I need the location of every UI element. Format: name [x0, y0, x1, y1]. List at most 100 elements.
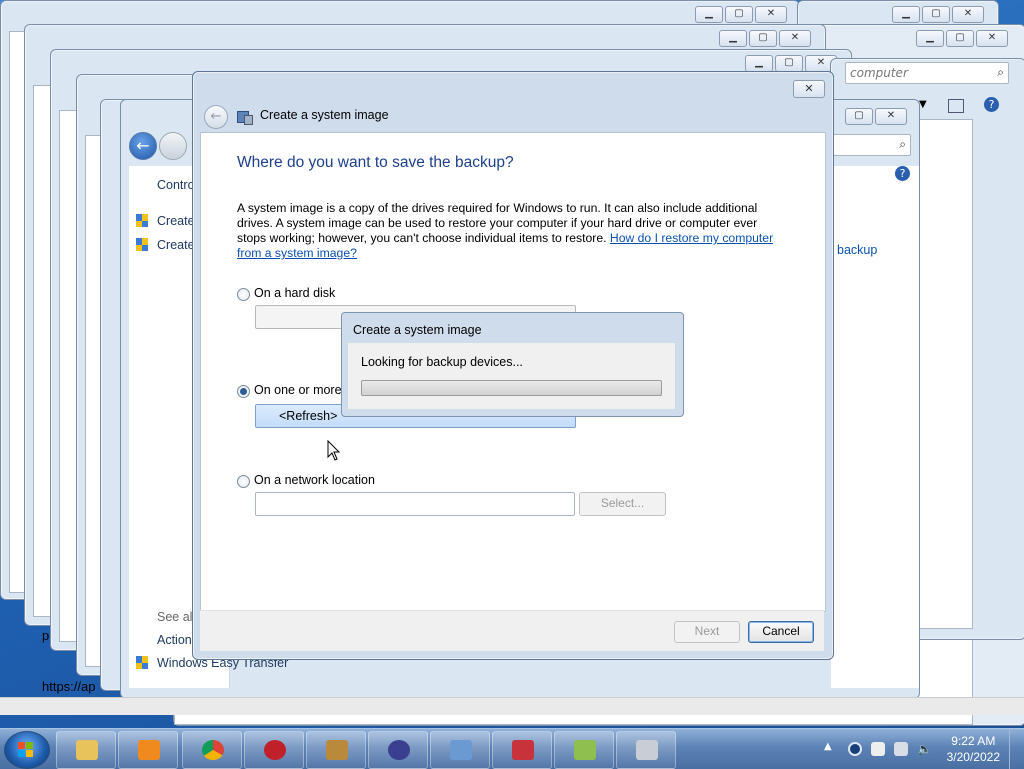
sidebar-item-create[interactable]: Create	[157, 214, 195, 228]
close-button[interactable]: ✕	[875, 108, 907, 125]
progress-dialog-title: Create a system image	[353, 323, 482, 337]
taskbar-toolbox[interactable]	[492, 731, 552, 769]
window-controls: ▁ ▢ ✕	[695, 6, 787, 23]
address-text: https://ap	[42, 679, 96, 694]
dvd-radio[interactable]	[237, 385, 250, 398]
windows-logo-icon	[18, 742, 34, 758]
action-center-link[interactable]: Action	[157, 633, 192, 647]
progress-message: Looking for backup devices...	[361, 355, 523, 369]
minimize-button[interactable]: ▁	[916, 30, 944, 47]
system-tray: ▲ 🔈 9:22 AM 3/20/2022	[814, 729, 1024, 769]
window-controls: ▁ ▢ ✕	[892, 6, 984, 23]
network-label[interactable]: On a network location	[254, 473, 375, 487]
close-button[interactable]: ✕	[793, 80, 825, 98]
search-placeholder: computer	[850, 66, 908, 80]
cp-search-input[interactable]: ⌕	[821, 134, 911, 156]
refresh-option: <Refresh>	[279, 409, 338, 423]
shield-icon	[136, 238, 148, 252]
tray-expand-icon[interactable]: ▲	[824, 741, 832, 752]
tray-app-icon[interactable]	[848, 742, 862, 756]
sidebar-item-create[interactable]: Create	[157, 238, 195, 252]
page-heading: Where do you want to save the backup?	[237, 154, 514, 171]
app-icon	[388, 740, 410, 760]
volume-icon[interactable]: 🔈	[917, 742, 932, 756]
taskbar-backup[interactable]	[554, 731, 614, 769]
chrome-icon	[202, 740, 224, 760]
control-panel-icon	[450, 740, 472, 760]
close-button[interactable]: ✕	[779, 30, 811, 47]
shield-icon	[136, 656, 148, 670]
select-button[interactable]: Select...	[579, 492, 666, 516]
clock[interactable]: 9:22 AM 3/20/2022	[947, 733, 1000, 765]
show-desktop-button[interactable]	[1009, 729, 1024, 769]
horizontal-scrollbar[interactable]	[0, 697, 1024, 715]
minimize-button[interactable]: ▁	[745, 55, 773, 72]
lower-label: p	[42, 628, 50, 643]
clock-time: 9:22 AM	[951, 734, 996, 748]
help-icon[interactable]: ?	[984, 97, 999, 112]
taskbar-lock-app[interactable]	[306, 731, 366, 769]
backup-link[interactable]: backup	[837, 243, 877, 257]
preview-pane-icon[interactable]	[948, 99, 964, 113]
toolbox-icon	[512, 740, 534, 760]
hard-disk-label[interactable]: On a hard disk	[254, 286, 335, 300]
back-nav-button[interactable]: ←	[129, 132, 157, 160]
next-button[interactable]: Next	[674, 621, 740, 643]
search-icon: ⌕	[899, 137, 906, 151]
minimize-button[interactable]: ▁	[719, 30, 747, 47]
dialog-title: Create a system image	[260, 108, 389, 122]
shield-icon	[136, 214, 148, 228]
window-controls: ▁ ▢ ✕	[719, 30, 811, 47]
maximize-button[interactable]: ▢	[775, 55, 803, 72]
explorer-icon	[76, 740, 98, 760]
window-controls: ▁ ▢ ✕	[745, 55, 837, 72]
window-controls: ▁ ▢ ✕	[916, 30, 1008, 47]
start-button[interactable]	[4, 731, 50, 769]
taskbar-control-panel[interactable]	[430, 731, 490, 769]
minimize-button[interactable]: ▁	[695, 6, 723, 23]
security-app-icon	[264, 740, 286, 760]
close-button[interactable]: ✕	[952, 6, 984, 23]
lock-app-icon	[326, 740, 348, 760]
dvd-label[interactable]: On one or more	[254, 383, 342, 397]
maximize-button[interactable]: ▢	[946, 30, 974, 47]
progress-dialog-body: Looking for backup devices...	[348, 343, 675, 409]
maximize-button[interactable]: ▢	[725, 6, 753, 23]
taskbar-app[interactable]	[368, 731, 428, 769]
control-panel-home-link[interactable]: Contro	[157, 178, 195, 192]
network-radio[interactable]	[237, 475, 250, 488]
backup-icon	[574, 740, 596, 760]
taskbar-chrome[interactable]	[182, 731, 242, 769]
chevron-down-icon[interactable]: ▼	[919, 99, 927, 110]
maximize-button[interactable]: ▢	[845, 108, 873, 125]
back-button[interactable]: ←	[204, 105, 228, 129]
progress-dialog: Create a system image Looking for backup…	[341, 312, 684, 417]
network-location-field[interactable]	[255, 492, 575, 516]
drive-icon	[636, 740, 658, 760]
hard-disk-radio[interactable]	[237, 288, 250, 301]
network-icon[interactable]	[894, 742, 908, 756]
search-input[interactable]: computer ⌕	[845, 62, 1009, 84]
taskbar: ▲ 🔈 9:22 AM 3/20/2022	[0, 728, 1024, 769]
action-center-icon[interactable]	[871, 742, 885, 756]
progress-bar	[361, 380, 662, 396]
forward-nav-button[interactable]	[159, 132, 187, 160]
taskbar-media-player[interactable]	[118, 731, 178, 769]
taskbar-drive[interactable]	[616, 731, 676, 769]
maximize-button[interactable]: ▢	[922, 6, 950, 23]
mouse-cursor-icon	[327, 440, 341, 461]
cp-main: backup ?	[831, 166, 919, 688]
close-button[interactable]: ✕	[976, 30, 1008, 47]
taskbar-explorer[interactable]	[56, 731, 116, 769]
system-image-icon	[236, 108, 253, 125]
help-icon[interactable]: ?	[895, 166, 910, 181]
taskbar-security-app[interactable]	[244, 731, 304, 769]
cancel-button[interactable]: Cancel	[748, 621, 814, 643]
minimize-button[interactable]: ▁	[892, 6, 920, 23]
close-button[interactable]: ✕	[755, 6, 787, 23]
media-player-icon	[138, 740, 160, 760]
window-controls: ▢ ✕	[845, 108, 907, 125]
maximize-button[interactable]: ▢	[749, 30, 777, 47]
description-text: A system image is a copy of the drives r…	[237, 201, 782, 261]
search-icon: ⌕	[997, 65, 1004, 79]
